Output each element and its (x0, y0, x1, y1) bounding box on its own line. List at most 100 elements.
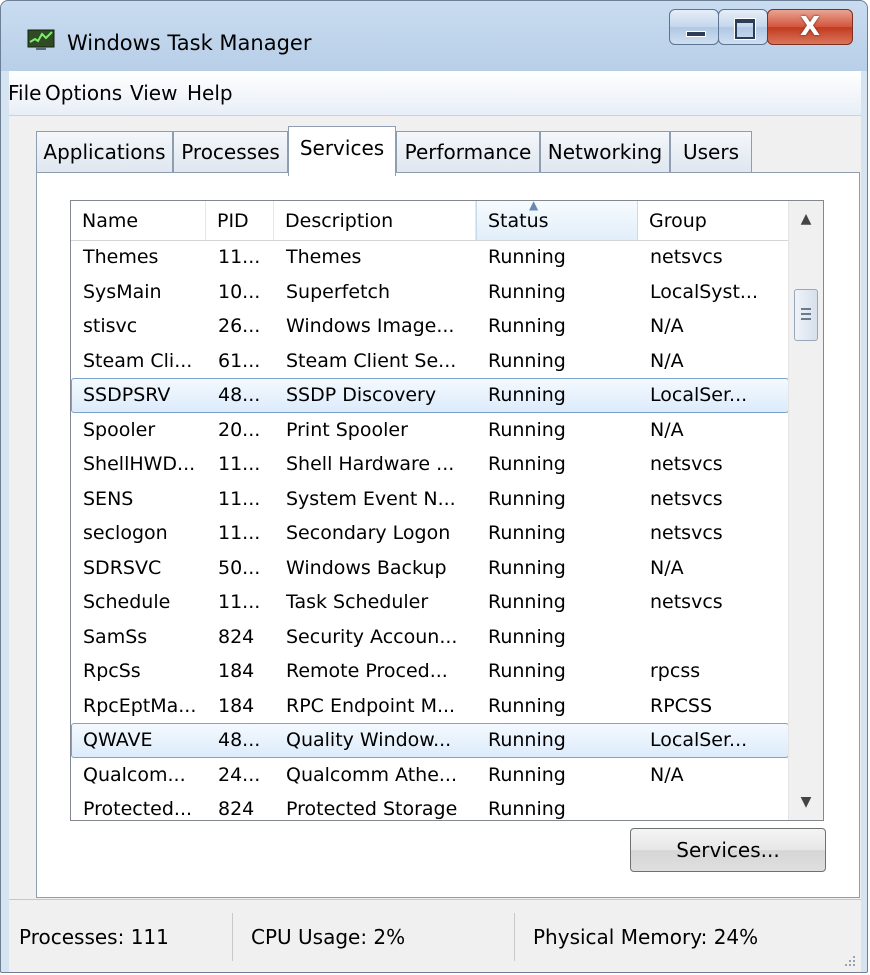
task-manager-window: Windows Task Manager X File Options View… (0, 0, 868, 973)
tab-performance[interactable]: Performance (396, 131, 540, 173)
table-row[interactable]: stisvc 26... Windows Image... Running N/A (71, 309, 789, 344)
table-row[interactable]: seclogon 11... Secondary Logon Running netsv… (71, 516, 789, 551)
status-physical-memory: Physical Memory: 24% (533, 925, 759, 949)
column-header-group[interactable]: Group (638, 201, 789, 240)
services-button[interactable]: Services... (630, 828, 826, 872)
services-list[interactable]: Name PID Description ▲ Status Group Them… (70, 200, 824, 821)
minimize-button[interactable] (669, 9, 719, 45)
minimize-icon (686, 31, 706, 37)
scroll-up-icon[interactable]: ▲ (789, 201, 823, 237)
cell-group: rpcss (650, 660, 701, 682)
cell-status: Running (488, 246, 566, 268)
table-row[interactable]: SamSs 824 Security Accoun... Running (71, 620, 789, 655)
table-row[interactable]: SDRSVC 50... Windows Backup Running N/A (71, 551, 789, 586)
cell-description: Print Spooler (286, 418, 408, 441)
status-cpu-usage: CPU Usage: 2% (233, 913, 515, 961)
table-row[interactable]: Spooler 20... Print Spooler Running N/A (71, 413, 789, 448)
cell-name: ShellHWD... (83, 453, 196, 475)
vertical-scrollbar[interactable]: ▲ ▼ (788, 201, 823, 820)
table-row[interactable]: RpcEptMa... 184 RPC Endpoint M... Running RP… (71, 689, 789, 724)
table-row[interactable]: QWAVE 48... Quality Window... Running LocalS… (71, 723, 789, 758)
column-header-name[interactable]: Name (71, 201, 206, 240)
caption-buttons: X (669, 9, 853, 47)
table-row[interactable]: SSDPSRV 48... SSDP Discovery Running LocalSe… (71, 378, 789, 413)
cell-group: LocalSer... (650, 729, 748, 751)
cell-group: N/A (650, 763, 684, 786)
close-button[interactable]: X (767, 9, 853, 45)
cell-description: System Event N... (286, 487, 456, 510)
table-row[interactable]: RpcSs 184 Remote Proced... Running rpcss (71, 654, 789, 689)
grip-line (801, 308, 811, 310)
cell-status: Running (488, 280, 566, 303)
tab-processes[interactable]: Processes (173, 131, 288, 173)
cell-name: QWAVE (83, 729, 153, 751)
cell-name: RpcSs (83, 660, 141, 682)
table-row[interactable]: SENS 11... System Event N... Running netsvcs (71, 482, 789, 517)
cell-name: Themes (83, 246, 159, 268)
table-row[interactable]: Protected... 824 Protected Storage Running (71, 792, 789, 820)
cell-status: Running (488, 660, 566, 682)
column-header-pid[interactable]: PID (206, 201, 274, 240)
cell-description: Secondary Logon (286, 522, 451, 544)
column-label: Name (82, 210, 139, 232)
cell-group: N/A (650, 349, 684, 372)
cell-description: Steam Client Se... (286, 349, 457, 372)
cell-group: N/A (650, 556, 684, 579)
maximize-button[interactable] (718, 9, 768, 45)
table-row[interactable]: Schedule 11... Task Scheduler Running netsvc… (71, 585, 789, 620)
cell-status: Running (488, 522, 566, 544)
column-header-status[interactable]: ▲ Status (476, 201, 638, 240)
cell-description: Quality Window... (286, 729, 452, 751)
maximize-icon (735, 19, 755, 39)
table-row[interactable]: Steam Cli... 61... Steam Client Se... Runni… (71, 344, 789, 379)
cell-description: Remote Proced... (286, 660, 448, 682)
cell-status: Running (488, 556, 566, 579)
cell-name: SENS (83, 487, 134, 510)
cell-status: Running (488, 453, 566, 475)
cell-name: Steam Cli... (83, 349, 193, 372)
scrollbar-thumb[interactable] (794, 289, 818, 341)
cell-status: Running (488, 694, 566, 717)
cell-status: Running (488, 729, 566, 751)
column-header-description[interactable]: Description (274, 201, 476, 240)
table-row[interactable]: ShellHWD... 11... Shell Hardware ... Runnin… (71, 447, 789, 482)
cell-name: SysMain (83, 280, 162, 303)
table-row[interactable]: Qualcom... 24... Qualcomm Athe... Running N/… (71, 758, 789, 793)
column-label: PID (217, 210, 249, 232)
menu-view[interactable]: View (130, 81, 177, 105)
cell-status: Running (488, 384, 566, 406)
cell-name: SDRSVC (83, 556, 162, 579)
cell-name: Spooler (83, 418, 156, 441)
tab-users[interactable]: Users (670, 131, 752, 173)
status-bar: Processes: 111 CPU Usage: 2% Physical Me… (9, 899, 861, 972)
cell-group: N/A (650, 418, 684, 441)
list-header: Name PID Description ▲ Status Group (71, 201, 789, 241)
cell-group: netsvcs (650, 246, 723, 268)
cell-description: SSDP Discovery (286, 384, 437, 406)
services-tab-panel: Name PID Description ▲ Status Group Them… (36, 172, 860, 898)
resize-grip-icon[interactable] (841, 952, 857, 968)
title-bar[interactable]: Windows Task Manager X (1, 1, 867, 71)
cell-name: Qualcom... (83, 763, 186, 786)
cell-description: Superfetch (286, 280, 390, 303)
menu-file[interactable]: File (8, 81, 41, 105)
tab-applications[interactable]: Applications (36, 131, 173, 173)
column-label: Group (649, 210, 707, 232)
cell-status: Running (488, 798, 566, 820)
cell-group: netsvcs (650, 522, 723, 544)
tab-services[interactable]: Services (288, 126, 396, 176)
menu-help[interactable]: Help (187, 81, 233, 105)
cell-description: Themes (286, 246, 362, 268)
cell-name: Schedule (83, 591, 171, 613)
menu-bar: File Options View Help (8, 71, 861, 116)
cell-description: RPC Endpoint M... (286, 694, 456, 717)
tab-networking[interactable]: Networking (540, 131, 670, 173)
list-rows: Themes 11... Themes Running netsvcs SysMain 10… (71, 240, 789, 820)
cell-name: seclogon (83, 522, 168, 544)
menu-options[interactable]: Options (45, 81, 122, 105)
table-row[interactable]: Themes 11... Themes Running netsvcs (71, 240, 789, 275)
cell-description: Shell Hardware ... (286, 453, 455, 475)
grip-line (801, 313, 811, 315)
scroll-down-icon[interactable]: ▼ (789, 784, 823, 820)
table-row[interactable]: SysMain 10... Superfetch Running LocalSyst..… (71, 275, 789, 310)
